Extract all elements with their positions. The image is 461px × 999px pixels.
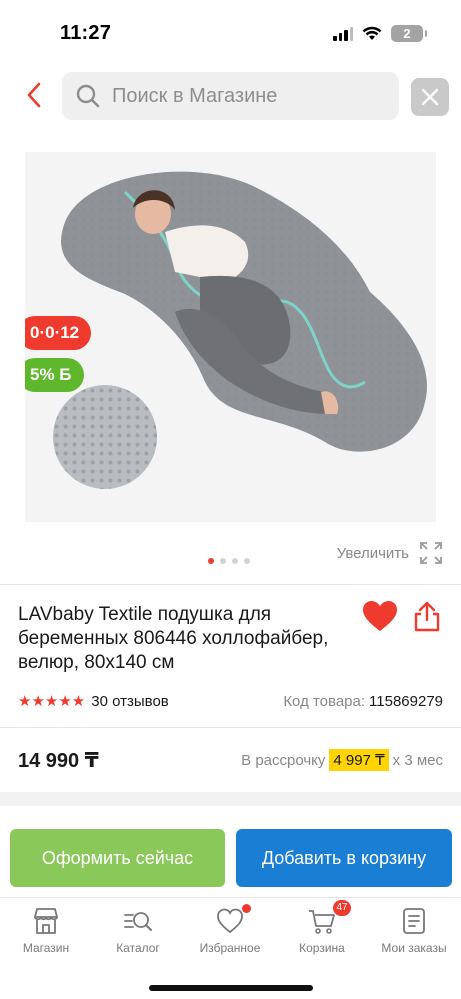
share-button[interactable] xyxy=(412,600,444,634)
heart-icon xyxy=(363,601,397,631)
installment-prefix: В рассрочку xyxy=(241,751,326,769)
reviews-link[interactable]: 30 отзывов xyxy=(91,693,169,710)
bonus-badge: 5% Б xyxy=(25,358,84,392)
product-image[interactable]: 0·0·12 5% Б xyxy=(25,152,436,522)
search-input[interactable] xyxy=(112,84,382,108)
sku-value: 115869279 xyxy=(369,692,443,710)
rating-stars: ★★★★★ xyxy=(18,693,86,710)
status-icons: 2 xyxy=(333,25,427,42)
tab-catalog[interactable]: Каталог xyxy=(92,906,184,958)
gallery-dot[interactable] xyxy=(208,558,214,564)
price: 14 990 ₸ xyxy=(18,749,99,772)
price-row: 14 990 ₸ В рассрочку 4 997 ₸ x 3 мес xyxy=(18,745,443,775)
tab-cart[interactable]: 47 Корзина xyxy=(276,900,368,958)
gallery-dot[interactable] xyxy=(220,558,226,564)
close-icon xyxy=(421,88,439,106)
product-code: Код товара: 115869279 xyxy=(283,693,443,710)
gallery-dot[interactable] xyxy=(244,558,250,564)
installment-suffix: x 3 мес xyxy=(392,751,443,769)
orders-icon xyxy=(403,908,425,934)
shop-icon xyxy=(34,908,58,934)
section-separator xyxy=(0,792,461,806)
signal-icon xyxy=(333,26,353,41)
tab-shop[interactable]: Магазин xyxy=(0,906,92,958)
divider xyxy=(0,727,461,728)
zoom-label: Увеличить xyxy=(336,544,409,562)
cart-count-badge: 47 xyxy=(333,900,351,916)
search-bar[interactable] xyxy=(62,72,399,120)
home-indicator xyxy=(149,985,313,991)
expand-icon xyxy=(420,542,442,564)
sku-label: Код товара: xyxy=(283,692,366,710)
divider xyxy=(0,584,461,585)
product-title: LAVbaby Textile подушка для беременных 8… xyxy=(18,604,329,673)
catalog-search-icon xyxy=(124,912,152,931)
battery-icon: 2 xyxy=(391,25,427,42)
status-bar: 11:27 2 xyxy=(0,0,461,62)
rating-row: ★★★★★ 30 отзывов Код товара: 115869279 xyxy=(18,690,443,712)
back-button[interactable] xyxy=(18,79,50,111)
search-icon xyxy=(74,82,102,110)
installment-amount: 4 997 ₸ xyxy=(329,749,389,771)
tab-label: Корзина xyxy=(299,941,345,955)
tab-favorites[interactable]: Избранное xyxy=(184,904,276,958)
tab-label: Каталог xyxy=(116,941,160,955)
chevron-left-icon xyxy=(27,82,41,108)
bottom-tab-bar: Магазин Каталог Избранное 47 Корзина Мои… xyxy=(0,897,461,999)
tab-label: Магазин xyxy=(22,941,70,955)
tab-label: Избранное xyxy=(199,941,261,955)
favorite-button[interactable] xyxy=(362,600,398,634)
share-icon xyxy=(414,601,440,632)
timer-badge: 0·0·12 xyxy=(25,316,92,350)
add-to-cart-button[interactable]: Добавить в корзину xyxy=(236,829,452,887)
heart-outline-icon xyxy=(217,908,243,934)
tab-orders[interactable]: Мои заказы xyxy=(368,906,460,958)
status-time: 11:27 xyxy=(60,22,112,44)
installment-info[interactable]: В рассрочку 4 997 ₸ x 3 мес xyxy=(241,749,443,771)
notification-dot xyxy=(242,904,251,913)
zoom-button[interactable]: Увеличить xyxy=(337,541,443,565)
tab-label: Мои заказы xyxy=(381,941,447,955)
close-button[interactable] xyxy=(411,78,449,116)
wifi-icon xyxy=(362,26,382,40)
gallery-dot[interactable] xyxy=(232,558,238,564)
gallery-pagination xyxy=(208,558,250,564)
header xyxy=(0,70,461,124)
buy-now-button[interactable]: Оформить сейчас xyxy=(10,829,225,887)
